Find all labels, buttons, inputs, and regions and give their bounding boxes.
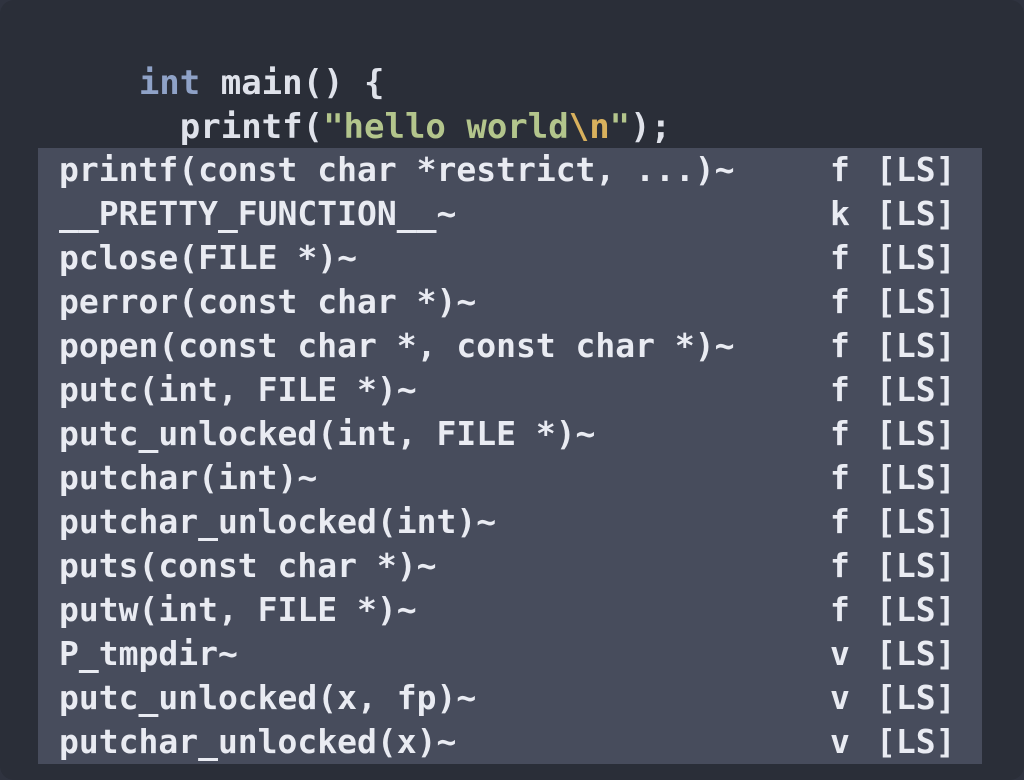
completion-item[interactable]: perror(const char *)~ f [LS] (38, 280, 982, 324)
code-line-1: int main() { (16, 17, 385, 103)
completion-item-word: printf(const char *restrict, ...)~ (59, 150, 735, 189)
completion-item-source: [LS] (876, 502, 956, 541)
completion-item[interactable]: __PRETTY_FUNCTION__~ k [LS] (38, 192, 982, 236)
code-line-2: printf("hello world\n"); (16, 61, 671, 147)
statement-end: ); (630, 107, 672, 147)
completion-item[interactable]: pclose(FILE *)~ f [LS] (38, 236, 982, 280)
string-close-quote: " (609, 107, 631, 147)
completion-item[interactable]: putc_unlocked(x, fp)~ v [LS] (38, 676, 982, 720)
completion-item[interactable]: popen(const char *, const char *)~ f [LS] (38, 324, 982, 368)
completion-item-word: putchar_unlocked(int)~ (59, 502, 497, 541)
completion-item[interactable]: puts(const char *)~ f [LS] (38, 544, 982, 588)
completion-item-word: putc_unlocked(x, fp)~ (59, 678, 477, 717)
completion-item-source: [LS] (876, 414, 956, 453)
completion-item[interactable]: P_tmpdir~ v [LS] (38, 632, 982, 676)
completion-item-word: putchar(int)~ (59, 458, 318, 497)
completion-item-source: [LS] (876, 370, 956, 409)
completion-item-word: P_tmpdir~ (59, 634, 238, 673)
completion-item-kind: f (830, 590, 850, 629)
completion-item-source: [LS] (876, 238, 956, 277)
completion-item-kind: f (830, 370, 850, 409)
completion-item[interactable]: putw(int, FILE *)~ f [LS] (38, 588, 982, 632)
completion-popup-menu[interactable]: printf(const char *restrict, ...)~ f [LS] _… (38, 148, 982, 764)
completion-item-word: popen(const char *, const char *)~ (59, 326, 735, 365)
completion-item-kind: f (830, 414, 850, 453)
completion-item-word: perror(const char *)~ (59, 282, 477, 321)
completion-item-kind: v (830, 634, 850, 673)
code-line-3: p (16, 105, 206, 191)
completion-item-word: puts(const char *)~ (59, 546, 437, 585)
completion-item[interactable]: putchar(int)~ f [LS] (38, 456, 982, 500)
completion-item-word: putc_unlocked(int, FILE *)~ (59, 414, 596, 453)
completion-item-source: [LS] (876, 722, 956, 761)
completion-item[interactable]: putchar_unlocked(int)~ f [LS] (38, 500, 982, 544)
completion-item-source: [LS] (876, 634, 956, 673)
completion-item-source: [LS] (876, 194, 956, 233)
completion-item-kind: v (830, 722, 850, 761)
completion-item-kind: f (830, 282, 850, 321)
completion-item-source: [LS] (876, 546, 956, 585)
completion-item[interactable]: putc(int, FILE *)~ f [LS] (38, 368, 982, 412)
terminal-window: int main() { printf("hello world\n"); p … (0, 0, 1024, 780)
completion-item-source: [LS] (876, 590, 956, 629)
completion-item-kind: f (830, 238, 850, 277)
completion-item-word: putchar_unlocked(x)~ (59, 722, 457, 761)
completion-item-word: __PRETTY_FUNCTION__~ (59, 194, 457, 233)
string-literal: "hello world (323, 107, 569, 147)
escape-sequence: \n (568, 107, 610, 147)
completion-item-word: pclose(FILE *)~ (59, 238, 358, 277)
completion-item-kind: k (830, 194, 850, 233)
completion-item-source: [LS] (876, 326, 956, 365)
completion-item[interactable]: printf(const char *restrict, ...)~ f [LS] (38, 148, 982, 192)
completion-item[interactable]: putc_unlocked(int, FILE *)~ f [LS] (38, 412, 982, 456)
completion-item-source: [LS] (876, 150, 956, 189)
completion-item-kind: f (830, 326, 850, 365)
completion-item-kind: f (830, 502, 850, 541)
completion-item-kind: v (830, 678, 850, 717)
completion-item-source: [LS] (876, 678, 956, 717)
completion-item-kind: f (830, 546, 850, 585)
completion-item-word: putw(int, FILE *)~ (59, 590, 417, 629)
completion-item[interactable]: putchar_unlocked(x)~ v [LS] (38, 720, 982, 764)
completion-item-source: [LS] (876, 458, 956, 497)
completion-item-word: putc(int, FILE *)~ (59, 370, 417, 409)
completion-item-kind: f (830, 458, 850, 497)
completion-item-source: [LS] (876, 282, 956, 321)
completion-item-kind: f (830, 150, 850, 189)
